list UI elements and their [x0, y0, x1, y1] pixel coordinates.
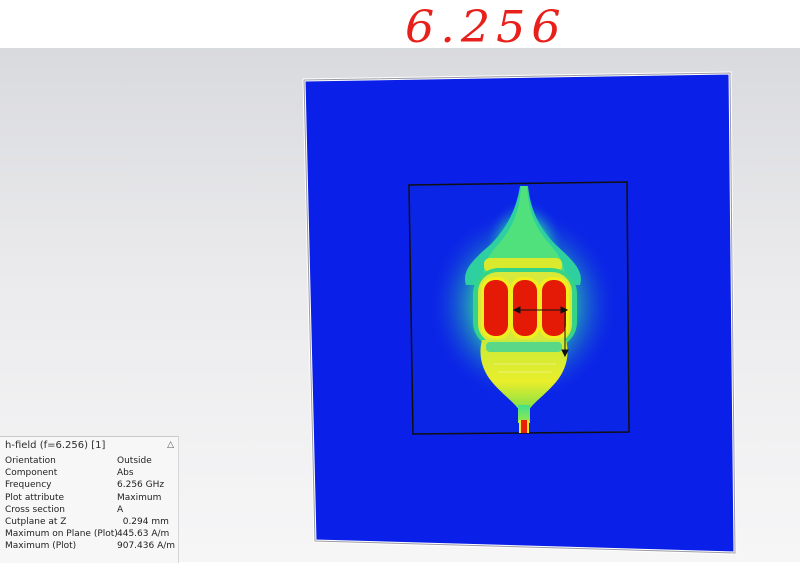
- info-key: Plot attribute: [5, 492, 65, 503]
- info-row-max-plot: Maximum (Plot) 907.436 A/m: [0, 540, 178, 552]
- info-key: Frequency: [5, 480, 52, 491]
- chevron-up-icon[interactable]: △: [167, 440, 174, 450]
- info-value: Outside: [117, 456, 152, 466]
- info-value: Abs: [117, 468, 134, 479]
- info-key: Maximum (Plot): [5, 541, 77, 552]
- info-value: 907.436 A/m: [117, 541, 176, 552]
- info-row-cross-section: Cross section A: [0, 504, 178, 516]
- feed-line-port: [520, 420, 528, 433]
- info-key: Cutplane at Z: [5, 516, 67, 527]
- info-value: 0.294 mm: [117, 516, 169, 527]
- info-value: 445.63 A/m: [117, 529, 170, 540]
- lower-band: [486, 342, 562, 352]
- handwritten-frequency-note: 6.256: [405, 1, 567, 53]
- panel-title: h-field (f=6.256) [1]: [5, 440, 106, 451]
- info-row-component: Component Abs: [0, 467, 178, 479]
- info-key: Orientation: [5, 456, 56, 466]
- info-row-frequency: Frequency 6.256 GHz: [0, 479, 178, 491]
- annotation-strip: 6.256: [0, 0, 800, 53]
- info-value: A: [117, 504, 124, 515]
- field-info-panel: h-field (f=6.256) [1] △ Orientation Outs…: [0, 436, 179, 563]
- info-key: Maximum on Plane (Plot): [5, 529, 118, 540]
- info-key: Component: [5, 468, 58, 479]
- info-row-max-on-plane: Maximum on Plane (Plot) 445.63 A/m: [0, 528, 178, 540]
- info-key: Cross section: [5, 504, 65, 515]
- info-value: Maximum: [117, 492, 162, 503]
- high-field-lobes: [481, 277, 569, 339]
- info-row-orientation: Orientation Outside: [0, 455, 178, 467]
- info-row-plot-attribute: Plot attribute Maximum: [0, 492, 178, 504]
- info-value: 6.256 GHz: [117, 480, 165, 491]
- info-row-cutplane: Cutplane at Z 0.294 mm: [0, 516, 178, 528]
